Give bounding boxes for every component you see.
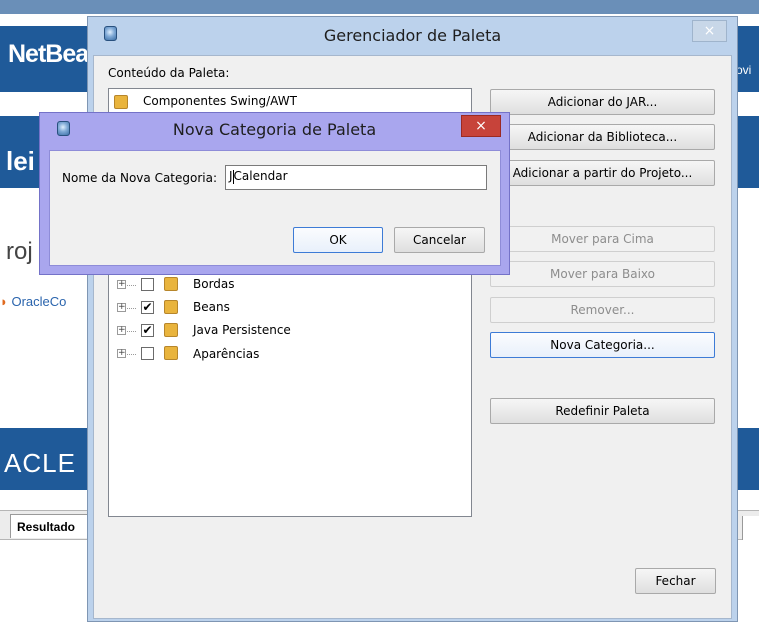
welcome-band-text: lei xyxy=(6,146,35,176)
tree-item-label[interactable]: Aparências xyxy=(193,347,259,367)
tree-item-label[interactable]: Java Persistence xyxy=(193,323,291,343)
folder-icon xyxy=(164,323,178,337)
header-right-text: ovi xyxy=(736,63,752,77)
new-category-button[interactable]: Nova Categoria... xyxy=(490,332,715,358)
folder-icon xyxy=(114,95,128,109)
tree-connector xyxy=(127,308,136,309)
move-down-button[interactable]: Mover para Baixo xyxy=(490,261,715,287)
remove-button[interactable]: Remover... xyxy=(490,297,715,323)
close-icon: × xyxy=(703,23,716,39)
netbeans-cube-icon xyxy=(57,121,70,136)
close-icon: × xyxy=(475,118,487,134)
projects-heading: roj xyxy=(6,238,33,265)
plus-expander-icon[interactable]: + xyxy=(117,303,126,312)
plus-expander-icon[interactable]: + xyxy=(117,349,126,358)
checkbox-icon[interactable]: ✔ xyxy=(141,301,154,314)
oracle-link-label: OracleCo xyxy=(11,294,67,309)
oracle-link[interactable]: ◗ OracleCo xyxy=(0,294,66,309)
palette-manager-title: Gerenciador de Paleta xyxy=(323,26,502,45)
category-name-label: Nome da Nova Categoria: xyxy=(62,171,218,185)
tree-connector xyxy=(127,331,136,332)
oracle-logo-text: ACLE xyxy=(4,448,76,478)
bullet-icon: ◗ xyxy=(0,294,12,309)
tree-connector xyxy=(127,285,136,286)
folder-icon xyxy=(164,300,178,314)
checkbox-icon[interactable] xyxy=(141,278,154,291)
new-category-close-button[interactable]: × xyxy=(461,115,501,137)
close-button[interactable]: Fechar xyxy=(635,568,716,594)
checkbox-icon[interactable]: ✔ xyxy=(141,324,154,337)
output-panel-edge xyxy=(742,516,759,540)
add-from-library-button[interactable]: Adicionar da Biblioteca... xyxy=(490,124,715,150)
tree-item-label[interactable]: Beans xyxy=(193,300,230,320)
plus-expander-icon[interactable]: + xyxy=(117,280,126,289)
add-from-jar-button[interactable]: Adicionar do JAR... xyxy=(490,89,715,115)
input-text-after-caret: Calendar xyxy=(233,169,288,183)
tree-connector xyxy=(127,354,136,355)
palette-content-label: Conteúdo da Paleta: xyxy=(108,66,230,80)
netbeans-cube-icon xyxy=(104,26,117,41)
plus-expander-icon[interactable]: + xyxy=(117,326,126,335)
add-from-project-button[interactable]: Adicionar a partir do Projeto... xyxy=(490,160,715,186)
tree-item-label[interactable]: Componentes Swing/AWT xyxy=(143,94,297,114)
cancel-button[interactable]: Cancelar xyxy=(394,227,485,253)
netbeans-logo-text: NetBea xyxy=(8,40,89,68)
reset-palette-button[interactable]: Redefinir Paleta xyxy=(490,398,715,424)
ok-button[interactable]: OK xyxy=(293,227,383,253)
palette-manager-close-button[interactable]: × xyxy=(692,20,727,42)
tree-item-label[interactable]: Bordas xyxy=(193,277,235,297)
checkbox-icon[interactable] xyxy=(141,347,154,360)
new-category-dialog-title: Nova Categoria de Paleta xyxy=(172,120,377,139)
category-name-input[interactable]: JCalendar xyxy=(225,165,487,190)
folder-icon xyxy=(164,277,178,291)
folder-icon xyxy=(164,346,178,360)
ide-top-strip xyxy=(0,0,759,14)
move-up-button[interactable]: Mover para Cima xyxy=(490,226,715,252)
